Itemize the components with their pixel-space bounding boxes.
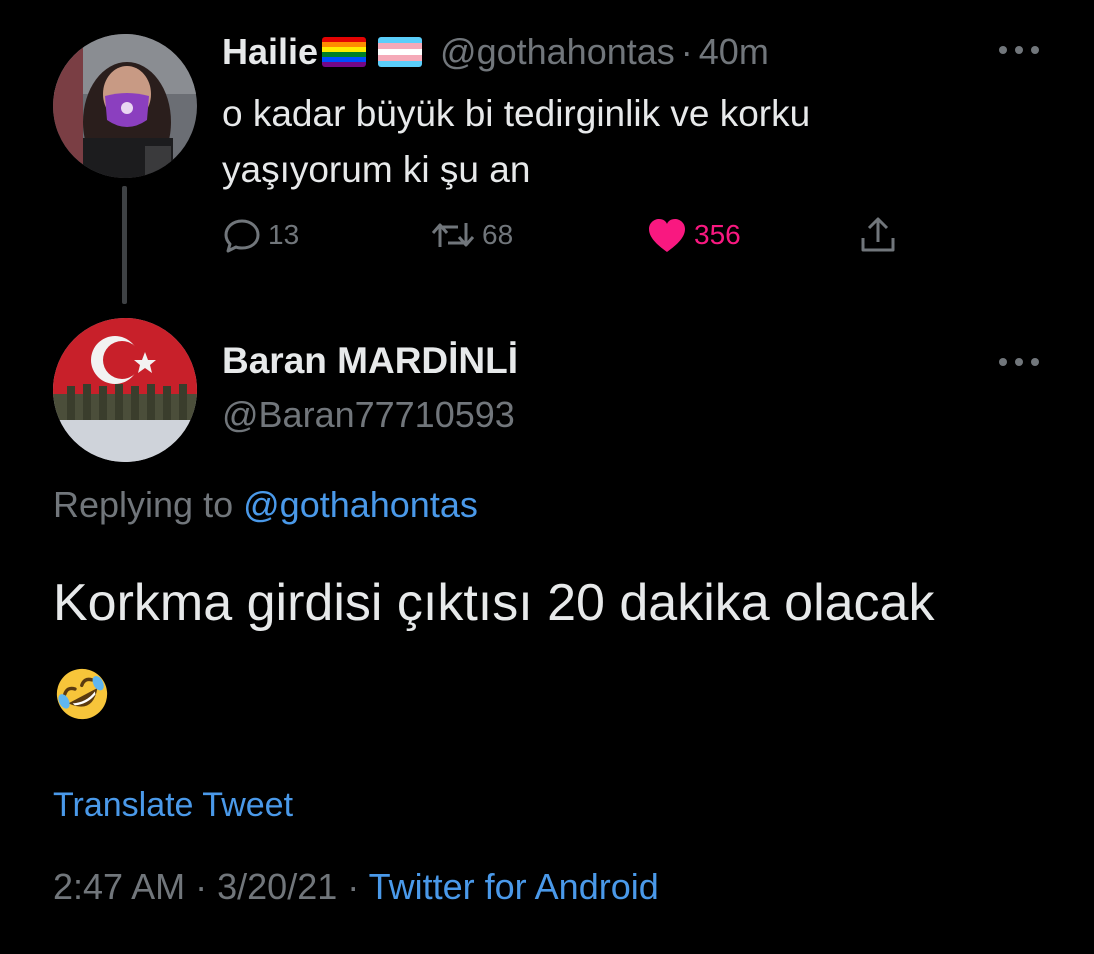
replying-handle-link[interactable]: @gothahontas bbox=[243, 484, 478, 525]
parent-avatar[interactable] bbox=[53, 34, 197, 178]
reply-count: 13 bbox=[268, 219, 300, 250]
retweet-button[interactable]: 68 bbox=[430, 212, 513, 258]
translate-tweet-link[interactable]: Translate Tweet bbox=[53, 786, 293, 825]
like-button[interactable]: 356 bbox=[646, 212, 741, 258]
reply-avatar[interactable] bbox=[53, 318, 197, 462]
rainbow-flag-icon bbox=[322, 37, 367, 67]
retweet-count: 68 bbox=[482, 219, 514, 250]
parent-tweet-header: Hailie @gothahontas · 40m bbox=[222, 28, 769, 76]
thread-connector-line bbox=[122, 186, 127, 304]
parent-time-ago[interactable]: 40m bbox=[699, 31, 769, 73]
more-options-icon[interactable] bbox=[999, 40, 1039, 60]
share-button[interactable] bbox=[858, 212, 898, 258]
like-count: 356 bbox=[694, 219, 741, 250]
reply-tweet-text: Korkma girdisi çıktısı 20 dakika olacak bbox=[53, 560, 1053, 732]
parent-tweet-actions: 13 68 356 bbox=[222, 212, 922, 258]
reply-tweet-body: Korkma girdisi çıktısı 20 dakika olacak bbox=[53, 574, 935, 632]
meta-separator: · bbox=[347, 866, 360, 907]
tweet-time[interactable]: 2:47 AM bbox=[53, 866, 185, 907]
meta-separator: · bbox=[195, 866, 208, 907]
reply-handle[interactable]: @Baran77710593 bbox=[222, 394, 515, 436]
tweet-source-link[interactable]: Twitter for Android bbox=[369, 866, 659, 907]
parent-tweet-text: o kadar büyük bi tedirginlik ve korku ya… bbox=[222, 93, 811, 190]
retweet-icon bbox=[431, 223, 475, 247]
heart-icon bbox=[649, 219, 685, 252]
share-icon bbox=[861, 217, 895, 252]
parent-display-name[interactable]: Hailie bbox=[222, 31, 318, 73]
more-options-icon[interactable] bbox=[999, 352, 1039, 372]
header-separator: · bbox=[680, 31, 693, 72]
parent-handle[interactable]: @gothahontas bbox=[440, 31, 675, 73]
reply-icon bbox=[224, 219, 260, 253]
replying-to: Replying to @gothahontas bbox=[53, 484, 478, 526]
tweet-date[interactable]: 3/20/21 bbox=[217, 866, 337, 907]
replying-label: Replying to bbox=[53, 484, 234, 525]
tweet-meta: 2:47 AM · 3/20/21 · Twitter for Android bbox=[53, 866, 659, 908]
transgender-flag-icon bbox=[378, 37, 423, 67]
reply-button[interactable]: 13 bbox=[222, 212, 299, 258]
reply-display-name[interactable]: Baran MARDİNLİ bbox=[222, 340, 518, 382]
rolling-on-the-floor-laughing-emoji bbox=[53, 663, 111, 721]
